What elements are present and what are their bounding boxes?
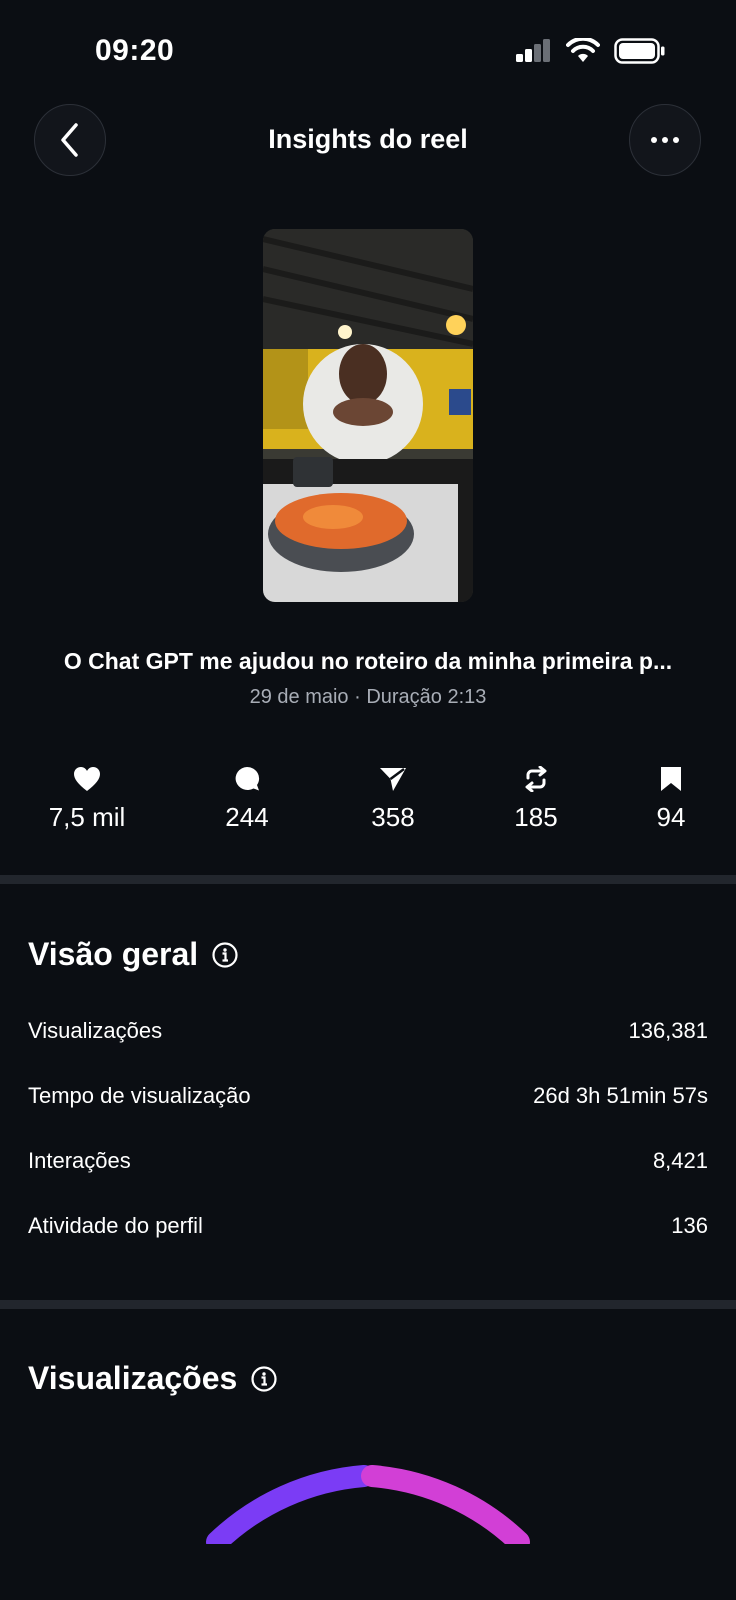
donut-segment-non-followers [361,1465,530,1553]
heart-icon [74,767,100,791]
interactions-value: 8,421 [652,1148,708,1173]
interactions-label: Interações [28,1148,131,1173]
repost-icon [525,766,547,792]
saves-stat: 94 [611,762,731,833]
views-label: Visualizações [28,1018,163,1043]
section-divider [0,1300,736,1309]
overview-title: Visão geral [28,936,238,973]
reel-thumbnail[interactable] [263,229,473,602]
signal-icon [516,39,550,62]
bookmark-icon [661,767,681,791]
profile-activity-label: Atividade do perfil [28,1213,203,1238]
battery-icon [614,38,665,64]
shares-count: 358 [371,802,415,832]
views-section-title-label: Visualizações [28,1360,238,1396]
watch-time-value: 26d 3h 51min 57s [533,1083,708,1108]
comments-stat: 244 [187,762,307,833]
views-section-title: Visualizações [28,1360,277,1397]
donut-segment-followers [206,1465,375,1553]
views-value: 136,381 [628,1018,708,1043]
likes-stat: 7,5 mil [27,762,147,833]
watch-time-label: Tempo de visualização [28,1083,251,1108]
info-icon[interactable] [251,1365,277,1392]
reposts-count: 185 [514,802,558,832]
page-title: Insights do reel [268,124,468,154]
comments-count: 244 [225,802,269,832]
status-icons [514,38,666,64]
more-icon [651,137,679,143]
share-icon [380,767,406,791]
profile-activity-value: 136 [671,1213,708,1238]
reel-meta: 29 de maio · Duração 2:13 [249,686,487,708]
comment-icon [235,766,260,791]
section-divider [0,875,736,884]
status-time: 09:20 [95,34,175,67]
saves-count: 94 [656,802,686,832]
shares-stat: 358 [333,762,453,833]
views-donut-chart [0,1465,736,1600]
reel-thumbnail-image [263,229,473,602]
info-icon[interactable] [212,941,238,968]
wifi-icon [566,38,600,62]
likes-count: 7,5 mil [48,802,126,832]
reel-caption: O Chat GPT me ajudou no roteiro da minha… [63,648,673,674]
more-options-button[interactable] [629,104,701,176]
reposts-stat: 185 [476,762,596,833]
overview-title-label: Visão geral [28,936,199,972]
